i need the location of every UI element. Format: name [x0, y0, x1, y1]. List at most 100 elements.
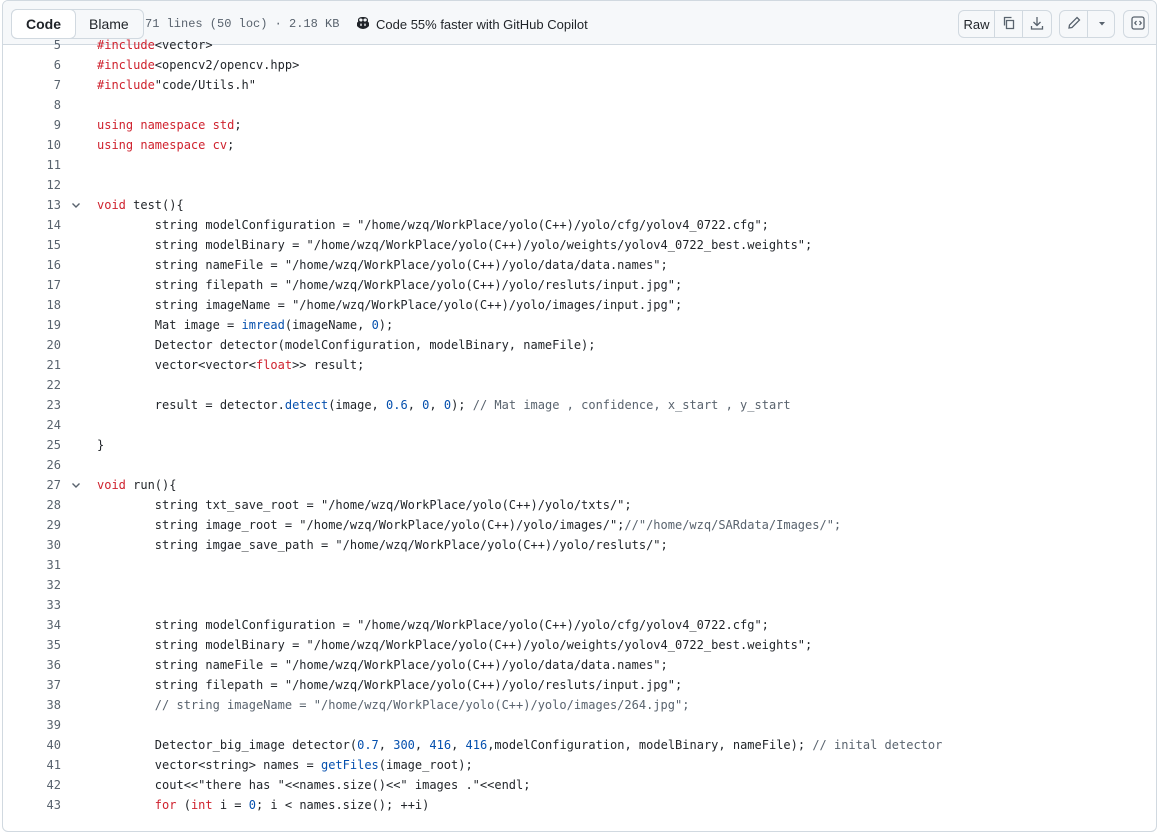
code-line: 13 void test(){	[3, 195, 1153, 215]
line-number[interactable]: 40	[3, 735, 61, 755]
raw-actions-group: Raw	[958, 10, 1052, 38]
copy-icon	[1001, 15, 1017, 34]
line-number[interactable]: 38	[3, 695, 61, 715]
code-text: string nameFile = "/home/wzq/WorkPlace/y…	[97, 658, 668, 672]
code-line: 21 vector<vector<float>> result;	[3, 355, 1153, 375]
line-number[interactable]: 15	[3, 235, 61, 255]
line-number[interactable]: 31	[3, 555, 61, 575]
line-number[interactable]: 23	[3, 395, 61, 415]
line-number[interactable]: 14	[3, 215, 61, 235]
line-number[interactable]: 16	[3, 255, 61, 275]
code-square-icon	[1130, 15, 1146, 34]
line-number[interactable]: 35	[3, 635, 61, 655]
line-number[interactable]: 43	[3, 795, 61, 815]
code-line: 40 Detector_big_image detector(0.7, 300,…	[3, 735, 1153, 755]
line-number[interactable]: 12	[3, 175, 61, 195]
line-number[interactable]: 26	[3, 455, 61, 475]
line-number[interactable]: 24	[3, 415, 61, 435]
line-number[interactable]: 9	[3, 115, 61, 135]
copilot-icon	[355, 15, 371, 34]
fold-chevron-icon[interactable]	[70, 479, 82, 491]
code-line: 14 string modelConfiguration = "/home/wz…	[3, 215, 1153, 235]
line-number[interactable]: 29	[3, 515, 61, 535]
line-number[interactable]: 10	[3, 135, 61, 155]
code-line: 27 void run(){	[3, 475, 1153, 495]
code-line: 23 result = detector.detect(image, 0.6, …	[3, 395, 1153, 415]
line-number[interactable]: 20	[3, 335, 61, 355]
code-text: string modelBinary = "/home/wzq/WorkPlac…	[97, 238, 813, 252]
line-number[interactable]: 8	[3, 95, 61, 115]
code-text: string modelConfiguration = "/home/wzq/W…	[97, 618, 769, 632]
line-number[interactable]: 17	[3, 275, 61, 295]
code-line: 43 for (int i = 0; i < names.size(); ++i…	[3, 795, 1153, 815]
code-line: 37 string filepath = "/home/wzq/WorkPlac…	[3, 675, 1153, 695]
line-number[interactable]: 41	[3, 755, 61, 775]
code-line: 16 string nameFile = "/home/wzq/WorkPlac…	[3, 255, 1153, 275]
edit-dropdown-button[interactable]	[1088, 11, 1114, 37]
line-number[interactable]: 30	[3, 535, 61, 555]
edit-file-button[interactable]	[1060, 11, 1088, 37]
code-text: void test(){	[97, 198, 184, 212]
code-line: 6 #include<opencv2/opencv.hpp>	[3, 55, 1153, 75]
code-line: 28 string txt_save_root = "/home/wzq/Wor…	[3, 495, 1153, 515]
code-line: 33	[3, 595, 1153, 615]
download-raw-button[interactable]	[1023, 11, 1051, 37]
code-text: using namespace cv;	[97, 138, 235, 152]
copy-raw-button[interactable]	[995, 11, 1023, 37]
code-text: // string imageName = "/home/wzq/WorkPla…	[154, 698, 690, 712]
code-line: 31	[3, 555, 1153, 575]
line-number[interactable]: 36	[3, 655, 61, 675]
line-number[interactable]: 27	[3, 475, 61, 495]
code-line: 41 vector<string> names = getFiles(image…	[3, 755, 1153, 775]
code-text: vector<string> names = getFiles(image_ro…	[97, 758, 473, 772]
code-line: 15 string modelBinary = "/home/wzq/WorkP…	[3, 235, 1153, 255]
line-number[interactable]: 32	[3, 575, 61, 595]
copilot-promo-text: Code 55% faster with GitHub Copilot	[376, 17, 588, 32]
line-number[interactable]: 37	[3, 675, 61, 695]
code-line: 19 Mat image = imread(imageName, 0);	[3, 315, 1153, 335]
symbols-panel-button[interactable]	[1124, 11, 1148, 37]
line-number[interactable]: 19	[3, 315, 61, 335]
code-text: string modelBinary = "/home/wzq/WorkPlac…	[97, 638, 813, 652]
line-number[interactable]: 21	[3, 355, 61, 375]
code-line: 9 using namespace std;	[3, 115, 1153, 135]
code-text: cout<<"there has "<<names.size()<<" imag…	[97, 778, 531, 792]
line-number[interactable]: 28	[3, 495, 61, 515]
code-text: #include"code/Utils.h"	[97, 78, 256, 92]
line-number[interactable]: 6	[3, 55, 61, 75]
line-number[interactable]: 39	[3, 715, 61, 735]
line-number[interactable]: 5	[3, 35, 61, 55]
code-line: 20 Detector detector(modelConfiguration,…	[3, 335, 1153, 355]
code-line: 42 cout<<"there has "<<names.size()<<" i…	[3, 775, 1153, 795]
triangle-down-icon	[1094, 15, 1110, 34]
code-line: 18 string imageName = "/home/wzq/WorkPla…	[3, 295, 1153, 315]
line-number[interactable]: 13	[3, 195, 61, 215]
line-number[interactable]: 42	[3, 775, 61, 795]
code-text: vector<vector<float>> result;	[97, 358, 365, 372]
line-number[interactable]: 33	[3, 595, 61, 615]
line-number[interactable]: 25	[3, 435, 61, 455]
code-text: string txt_save_root = "/home/wzq/WorkPl…	[97, 498, 632, 512]
fold-chevron-icon[interactable]	[70, 199, 82, 211]
code-text: string nameFile = "/home/wzq/WorkPlace/y…	[97, 258, 668, 272]
symbols-group	[1123, 10, 1149, 38]
line-number[interactable]: 22	[3, 375, 61, 395]
copilot-promo-link[interactable]: Code 55% faster with GitHub Copilot	[355, 15, 588, 34]
code-text: result = detector.detect(image, 0.6, 0, …	[97, 398, 791, 412]
tab-blame[interactable]: Blame	[75, 10, 143, 38]
code-line: 24	[3, 415, 1153, 435]
line-number[interactable]: 11	[3, 155, 61, 175]
code-text: for (int i = 0; i < names.size(); ++i)	[154, 798, 430, 812]
code-line: 34 string modelConfiguration = "/home/wz…	[3, 615, 1153, 635]
raw-button[interactable]: Raw	[959, 11, 995, 37]
code-line: 12	[3, 175, 1153, 195]
code-line: 10 using namespace cv;	[3, 135, 1153, 155]
code-line: 26	[3, 455, 1153, 475]
download-icon	[1029, 15, 1045, 34]
line-number[interactable]: 7	[3, 75, 61, 95]
code-text: string filepath = "/home/wzq/WorkPlace/y…	[97, 278, 683, 292]
code-text: Detector_big_image detector(0.7, 300, 41…	[97, 738, 943, 752]
line-number[interactable]: 18	[3, 295, 61, 315]
line-number[interactable]: 34	[3, 615, 61, 635]
code-line: 22	[3, 375, 1153, 395]
